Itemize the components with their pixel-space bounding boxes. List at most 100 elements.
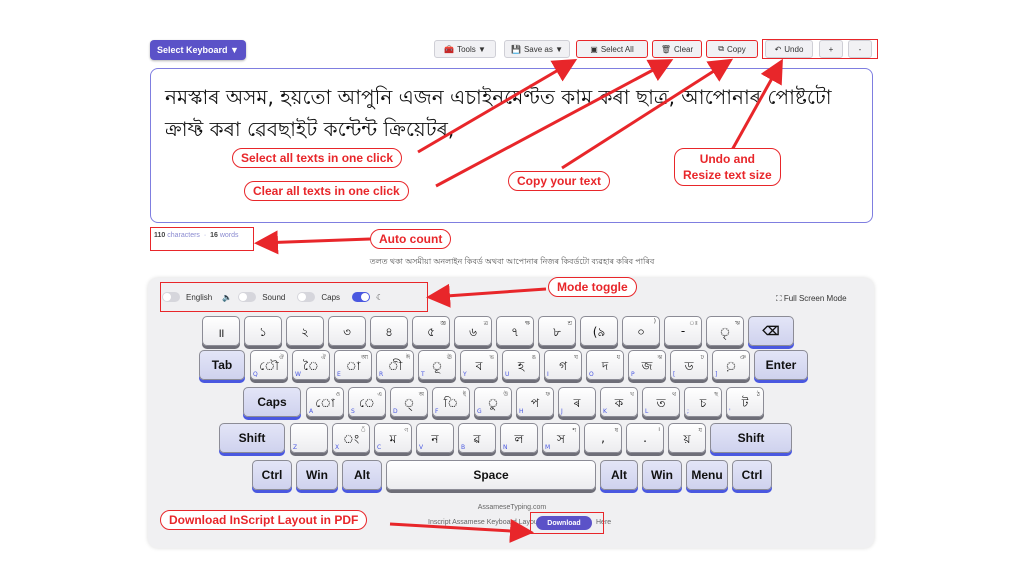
- key-r3-3-shift-char: ই: [462, 391, 466, 398]
- backspace-key[interactable]: ⌫: [748, 316, 794, 346]
- key-r1-9-label: (৯: [592, 325, 606, 339]
- key-r2-11[interactable]: ় ঞ]: [712, 350, 750, 380]
- key-r2-9-english-char: P: [631, 371, 635, 378]
- key-r3-7-english-char: K: [603, 408, 607, 415]
- key-r3-0[interactable]: ো ও A: [306, 387, 344, 417]
- key-r3-6[interactable]: ৰJ: [558, 387, 596, 417]
- key-r2-8[interactable]: দধO: [586, 350, 624, 380]
- key-r2-5-shift-char: ভ: [489, 354, 494, 361]
- key-r4-3[interactable]: নV: [416, 423, 454, 453]
- key-r3-10[interactable]: ট ঠ ': [726, 387, 764, 417]
- annotation-download: Download InScript Layout in PDF: [160, 510, 368, 530]
- key-r3-7[interactable]: কখK: [600, 387, 638, 417]
- key-r1-12[interactable]: ৃ ঋ: [706, 316, 744, 346]
- key-r2-5[interactable]: বভY: [460, 350, 498, 380]
- key-r2-9[interactable]: জঝP: [628, 350, 666, 380]
- key-r1-1[interactable]: ১: [244, 316, 282, 346]
- key-r1-9[interactable]: (৯: [580, 316, 618, 346]
- win-left-key[interactable]: Win: [296, 460, 338, 490]
- alt-left-key[interactable]: Alt: [342, 460, 382, 490]
- key-r4-8-shift-char: ।: [657, 426, 660, 433]
- arrow-auto-count: [254, 230, 371, 255]
- key-r2-2[interactable]: া আ E: [334, 350, 372, 380]
- select-all-label: Select All: [600, 44, 634, 54]
- select-all-button[interactable]: ▣ Select All: [576, 40, 648, 58]
- key-r3-2[interactable]: ্ অ D: [390, 387, 428, 417]
- key-r1-11[interactable]: -ঃ: [664, 316, 702, 346]
- save-icon: 💾: [510, 44, 521, 54]
- select-keyboard-button[interactable]: Select Keyboard ▼: [150, 40, 246, 60]
- key-r3-9[interactable]: চ ছ;: [684, 387, 722, 417]
- key-r3-3[interactable]: ি ই F: [432, 387, 470, 417]
- key-r4-8[interactable]: . ।: [626, 423, 664, 453]
- key-r1-10[interactable]: ০): [622, 316, 660, 346]
- key-r2-3[interactable]: ী ঈ R: [376, 350, 414, 380]
- menu-key[interactable]: Menu: [686, 460, 728, 490]
- shift-right-key[interactable]: Shift: [710, 423, 792, 453]
- key-r1-3[interactable]: ৩: [328, 316, 366, 346]
- key-r2-7[interactable]: গঘI: [544, 350, 582, 380]
- key-r2-4[interactable]: ূ ঊ T: [418, 350, 456, 380]
- key-r2-1[interactable]: ৈ ঐ W: [292, 350, 330, 380]
- key-r1-6[interactable]: ৬ ত্ৰ: [454, 316, 492, 346]
- key-r1-5[interactable]: ৫ জ্ঞ: [412, 316, 450, 346]
- key-r3-8[interactable]: তথL: [642, 387, 680, 417]
- tab-key[interactable]: Tab: [199, 350, 245, 380]
- decrease-text-size-button[interactable]: -: [848, 40, 872, 58]
- key-r4-9[interactable]: য় য: [668, 423, 706, 453]
- key-r2-1-shift-char: ঐ: [321, 354, 326, 361]
- save-as-button[interactable]: 💾 Save as ▼: [504, 40, 570, 58]
- key-r3-8-english-char: L: [645, 408, 649, 415]
- key-r2-9-shift-char: ঝ: [657, 354, 662, 361]
- key-r3-1[interactable]: ে এ S: [348, 387, 386, 417]
- key-r3-7-shift-char: খ: [630, 391, 634, 398]
- key-r4-6[interactable]: সশM: [542, 423, 580, 453]
- brand-text: AssameseTyping.com: [477, 504, 547, 511]
- shift-left-key[interactable]: Shift: [219, 423, 285, 453]
- key-r1-2-label: ২: [301, 325, 309, 339]
- key-r2-11-shift-char: ঞ: [739, 354, 746, 361]
- increase-text-size-button[interactable]: +: [819, 40, 843, 58]
- tools-button[interactable]: 🧰 Tools ▼: [434, 40, 496, 58]
- key-r1-0-label: ॥: [217, 326, 225, 340]
- key-r2-0[interactable]: ৌ ঔ Q: [250, 350, 288, 380]
- undo-label: Undo: [784, 44, 804, 54]
- key-r2-2-english-char: E: [337, 371, 341, 378]
- key-r4-4[interactable]: ৱB: [458, 423, 496, 453]
- key-r1-8[interactable]: ৮ শ্ৰ: [538, 316, 576, 346]
- alt-right-key[interactable]: Alt: [600, 460, 638, 490]
- key-r3-5[interactable]: পফH: [516, 387, 554, 417]
- key-r2-10-shift-char: ঢ: [700, 354, 704, 361]
- copy-button[interactable]: ⧉ Copy: [706, 40, 758, 58]
- key-r1-3-label: ৩: [343, 325, 351, 339]
- layout-label: Inscript Assamese Keyboard Layout: [428, 519, 540, 526]
- key-r4-0[interactable]: Z: [290, 423, 328, 453]
- key-r4-7[interactable]: ,ষ: [584, 423, 622, 453]
- key-r4-1-shift-char: ঁ: [360, 427, 366, 434]
- ctrl-left-key[interactable]: Ctrl: [252, 460, 292, 490]
- key-r4-2[interactable]: মণC: [374, 423, 412, 453]
- key-r4-2-english-char: C: [377, 444, 382, 451]
- caps-key[interactable]: Caps: [243, 387, 301, 417]
- win-right-key[interactable]: Win: [642, 460, 682, 490]
- enter-key[interactable]: Enter: [754, 350, 808, 380]
- key-r1-2[interactable]: ২: [286, 316, 324, 346]
- key-r2-6[interactable]: হঙU: [502, 350, 540, 380]
- key-r1-0[interactable]: ॥: [202, 316, 240, 346]
- key-r4-5[interactable]: লN: [500, 423, 538, 453]
- key-r3-4[interactable]: ু উ G: [474, 387, 512, 417]
- fullscreen-button[interactable]: ⛶ Full Screen Mode: [776, 294, 847, 304]
- key-r1-4[interactable]: ৪: [370, 316, 408, 346]
- editor-text[interactable]: নমস্কাৰ অসম, হয়তো আপুনি এজন এচাইনমেণ্টত…: [165, 81, 855, 145]
- clear-button[interactable]: 🗑 Clear: [652, 40, 702, 58]
- layout-download-text: Inscript Assamese Keyboard Layout: [428, 519, 540, 526]
- tools-label: Tools ▼: [457, 44, 486, 54]
- key-r4-1[interactable]: ংঁ X: [332, 423, 370, 453]
- key-r2-10[interactable]: ড ঢ[: [670, 350, 708, 380]
- ctrl-right-key[interactable]: Ctrl: [732, 460, 772, 490]
- menu-key-label: Menu: [691, 468, 723, 482]
- undo-button[interactable]: ↶ Undo: [765, 40, 813, 58]
- key-r2-10-english-char: [: [673, 371, 676, 378]
- space-key[interactable]: Space: [386, 460, 596, 490]
- key-r1-7[interactable]: ৭ ক্ষ: [496, 316, 534, 346]
